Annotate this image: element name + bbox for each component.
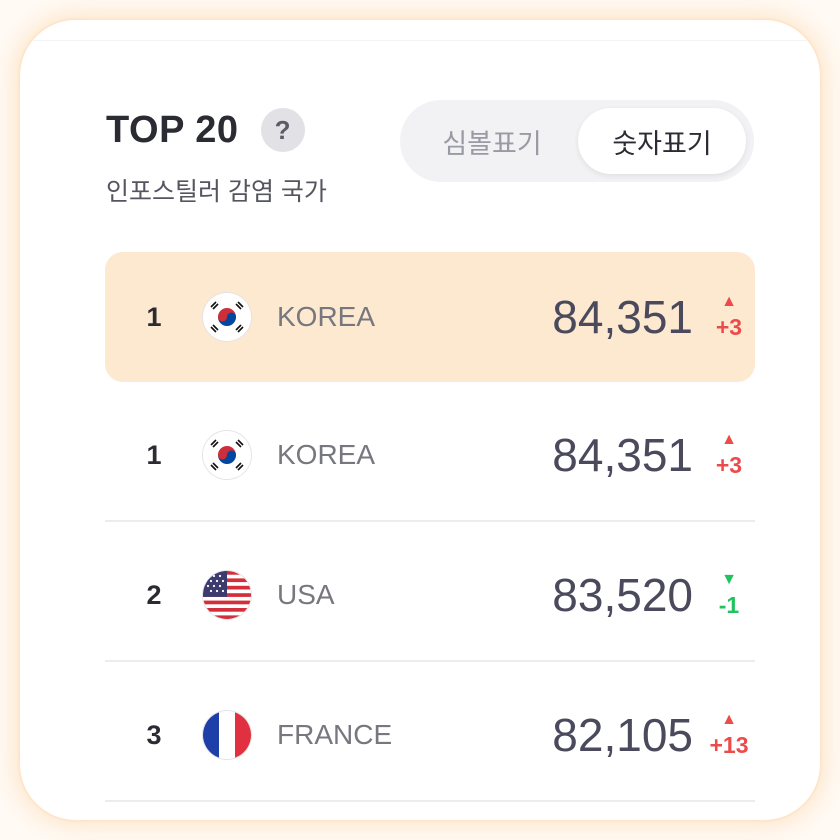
rank-change-value: +3	[715, 313, 743, 340]
rank-change-value: +13	[709, 731, 749, 758]
country-name: USA	[277, 579, 335, 610]
rank-number: 1	[146, 439, 162, 470]
rank-change: ▲ +3	[703, 292, 755, 341]
infection-count: 82,105	[552, 709, 693, 761]
rank-number: 2	[146, 579, 162, 610]
country-name: KOREA	[277, 439, 376, 470]
infection-count: 83,520	[552, 569, 693, 621]
france-flag-icon	[203, 711, 251, 759]
ranking-row[interactable]: 1 KOREA 84,351 ▲ +3	[105, 390, 755, 522]
display-mode-toggle: 심볼표기 숫자표기	[400, 100, 754, 182]
korea-flag-icon	[203, 293, 251, 341]
rank-number: 1	[146, 301, 162, 332]
top20-card: TOP 20 ? 인포스틸러 감염 국가 심볼표기 숫자표기 1 KOREA 8…	[20, 20, 820, 820]
arrow-up-icon: ▲	[721, 430, 737, 448]
ranking-row[interactable]: 2 USA 83,520 ▼ -1	[105, 530, 755, 662]
infection-count: 84,351	[552, 429, 693, 481]
rank-change-value: +3	[715, 451, 743, 478]
card-top-edge	[20, 20, 820, 41]
country-name: FRANCE	[277, 719, 393, 750]
symbol-mode-button[interactable]: 심볼표기	[408, 108, 576, 174]
rank-change: ▼ -1	[703, 570, 755, 619]
rank-change-value: -1	[718, 591, 740, 618]
help-icon[interactable]: ?	[260, 108, 305, 152]
title-row: TOP 20 ?	[106, 108, 305, 152]
usa-flag-icon	[203, 571, 251, 619]
arrow-up-icon: ▲	[721, 710, 737, 728]
page-subtitle: 인포스틸러 감염 국가	[106, 178, 327, 206]
number-mode-button[interactable]: 숫자표기	[578, 108, 746, 174]
rank-number: 3	[146, 719, 162, 750]
ranking-row[interactable]: 3 FRANCE 82,105 ▲ +13	[105, 670, 755, 802]
rank-change: ▲ +3	[703, 430, 755, 479]
page-title: TOP 20	[106, 108, 239, 151]
korea-flag-icon	[203, 431, 251, 479]
infection-count: 84,351	[552, 291, 693, 343]
ranking-row-highlighted[interactable]: 1 KOREA 84,351 ▲ +3	[105, 252, 755, 382]
arrow-down-icon: ▼	[721, 570, 737, 588]
arrow-up-icon: ▲	[721, 292, 737, 310]
rank-change: ▲ +13	[703, 710, 755, 759]
country-name: KOREA	[277, 301, 376, 332]
